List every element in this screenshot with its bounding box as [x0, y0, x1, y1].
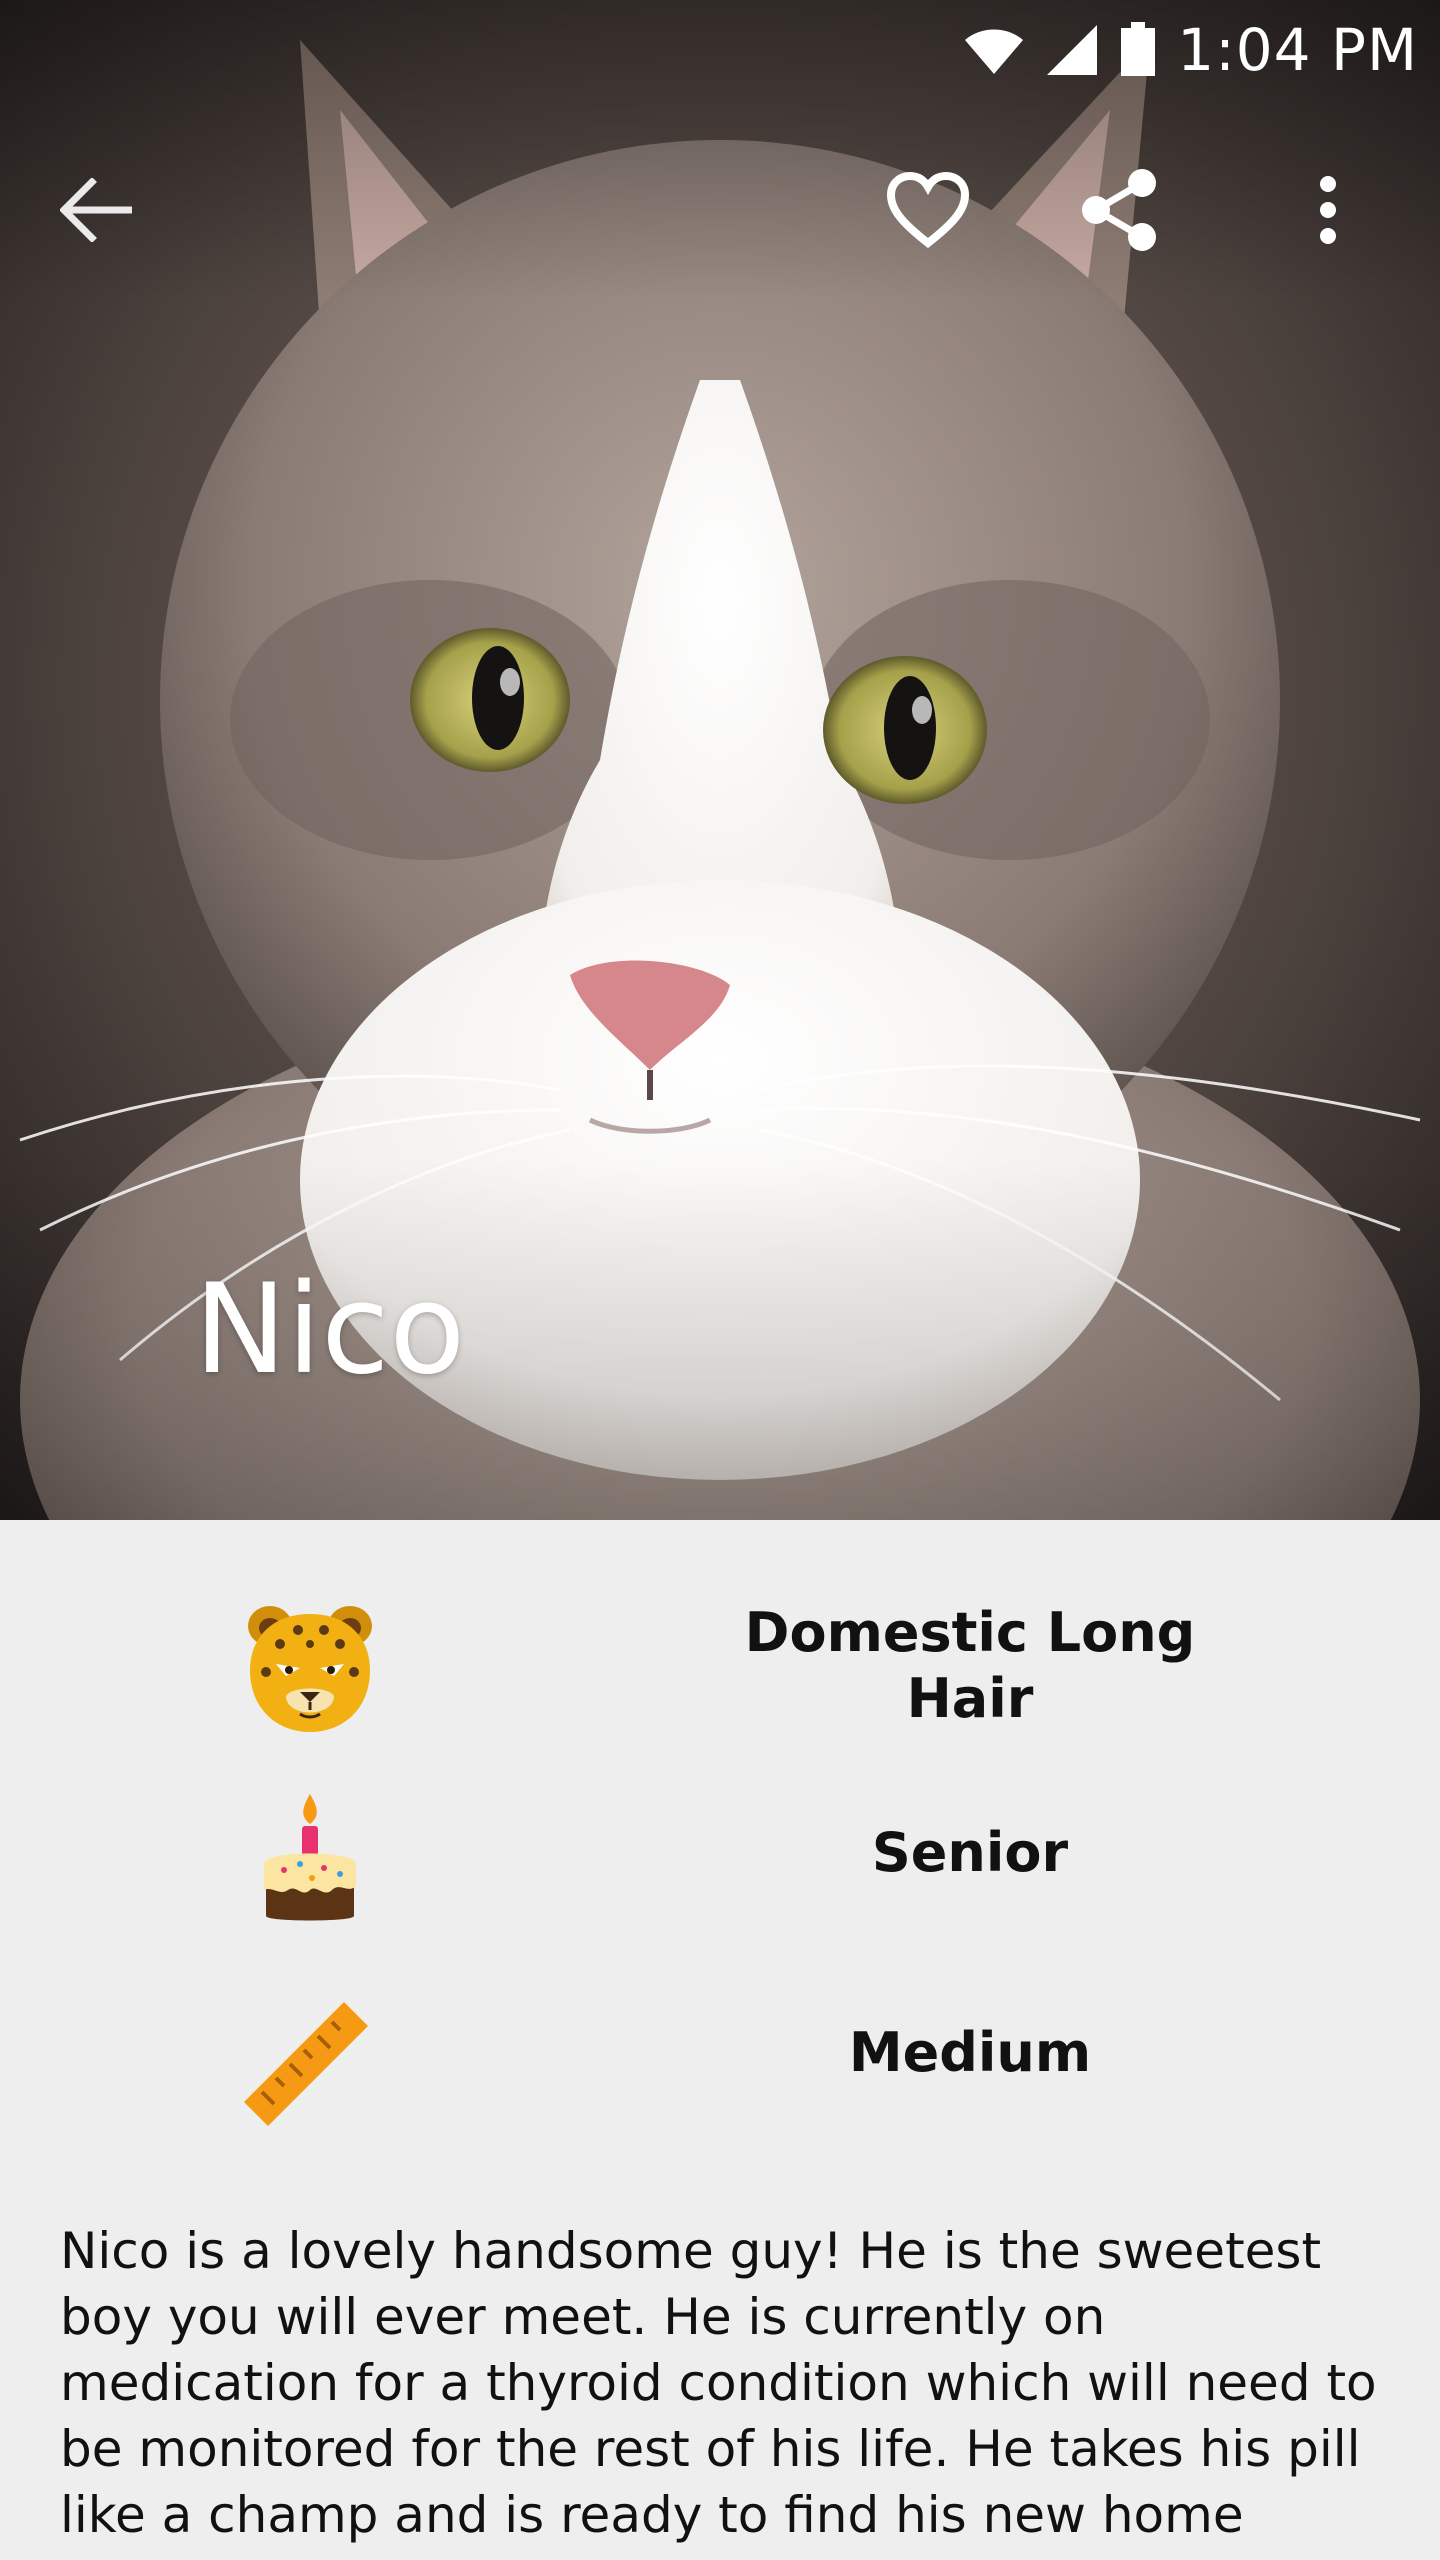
birthday-cake-icon	[264, 1794, 356, 1921]
size-label: Medium	[848, 2021, 1092, 2084]
more-vertical-icon	[1320, 176, 1336, 244]
breed-label: Domestic Long Hair	[744, 1601, 1196, 1730]
status-time: 1:04 PM	[1177, 16, 1418, 84]
arrow-left-icon	[60, 178, 132, 242]
age-label: Senior	[871, 1821, 1069, 1884]
battery-icon	[1121, 22, 1156, 76]
wifi-icon	[965, 29, 1024, 74]
cell-signal-icon	[1047, 25, 1098, 75]
leopard-face-icon	[248, 1606, 372, 1732]
share-button[interactable]	[1060, 150, 1180, 270]
status-bar: 1:04 PM	[0, 0, 1440, 100]
ruler-icon	[244, 2002, 368, 2126]
pet-description: Nico is a lovely handsome guy! He is the…	[60, 2222, 1377, 2544]
app-toolbar	[0, 140, 1440, 280]
share-icon	[1082, 169, 1156, 251]
pet-name: Nico	[194, 1258, 466, 1402]
heart-outline-icon	[886, 171, 970, 249]
back-button[interactable]	[36, 150, 156, 270]
favorite-button[interactable]	[868, 150, 988, 270]
pet-detail-screen: 1:04 PM Nico Domestic Long Hair Senior M…	[0, 0, 1440, 2560]
more-options-button[interactable]	[1268, 150, 1388, 270]
